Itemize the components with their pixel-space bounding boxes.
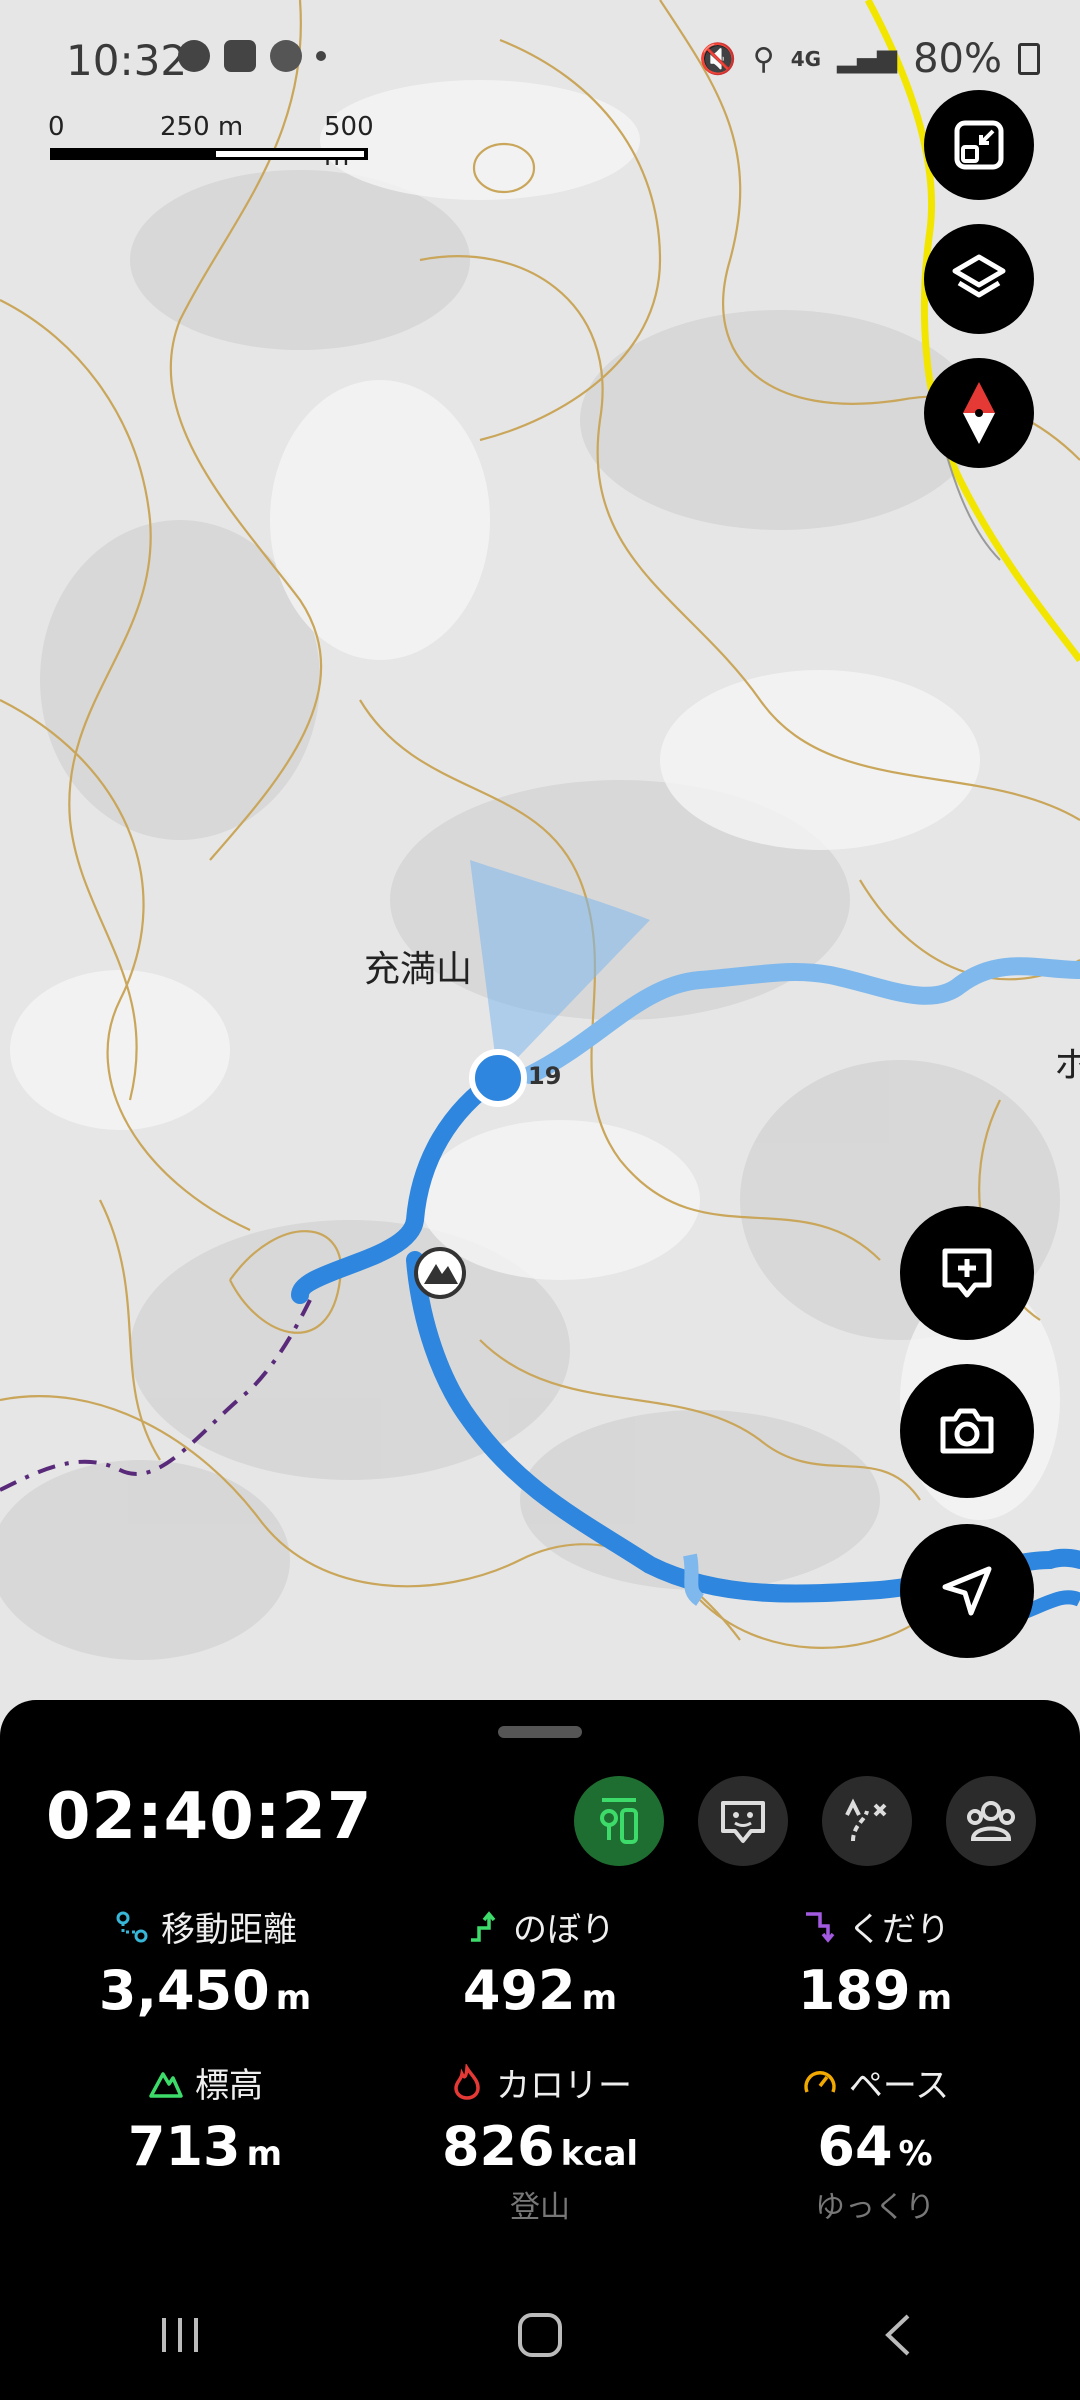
compass-button[interactable] <box>924 358 1034 468</box>
stat-ascent: のぼり 492 m <box>375 1902 705 2022</box>
edge-place-label: ホ <box>1054 1045 1080 1086</box>
stat-elevation: 標高 713 m <box>40 2058 370 2178</box>
add-memo-button[interactable] <box>900 1206 1034 1340</box>
calorie-icon <box>454 2063 480 2100</box>
group-icon <box>967 1801 1015 1841</box>
stat-unit: m <box>275 1978 312 2018</box>
scale-label-250: 250 m <box>160 112 244 142</box>
memo-mode-button[interactable] <box>698 1776 788 1866</box>
signal-icon: ▂▄▆ <box>837 44 898 74</box>
stat-value: 64 <box>817 2115 893 2178</box>
flower-icon <box>270 40 302 72</box>
elapsed-timer: 02:40:27 <box>46 1780 373 1854</box>
navigation-arrow-icon <box>942 1566 992 1616</box>
stat-label: のぼり <box>513 1910 615 1950</box>
stat-value: 3,450 <box>98 1959 270 2022</box>
scale-label-0: 0 <box>48 112 65 142</box>
stat-value: 189 <box>797 1959 911 2022</box>
map-scale: 0 250 m 500 m <box>48 112 378 172</box>
stat-unit: m <box>246 2134 283 2174</box>
scale-bar <box>50 148 368 160</box>
stat-label: 標高 <box>195 2066 263 2106</box>
camera-button[interactable] <box>900 1364 1034 1498</box>
stat-unit: % <box>898 2134 933 2174</box>
peak-label: 充満山 <box>364 949 473 990</box>
stat-value: 826 <box>441 2115 555 2178</box>
elevation-icon <box>149 2071 183 2098</box>
layers-button[interactable] <box>924 224 1034 334</box>
recent-apps-button[interactable] <box>150 2310 210 2360</box>
notification-icons <box>178 40 326 72</box>
hiking-icon <box>600 1798 638 1844</box>
battery-icon <box>1018 43 1040 75</box>
group-mode-button[interactable] <box>946 1776 1036 1866</box>
compass-icon <box>963 382 995 444</box>
ascent-icon <box>471 1910 496 1942</box>
face-memo-icon <box>721 1801 765 1843</box>
stat-sub: 登山 <box>510 2190 570 2225</box>
scale-label-500: 500 m <box>324 112 374 172</box>
stat-unit: kcal <box>560 2134 639 2174</box>
stat-value: 492 <box>462 1959 576 2022</box>
status-time: 10:32 <box>66 36 188 85</box>
descent-icon <box>806 1911 835 1943</box>
stat-descent: くだり 189 m <box>710 1902 1040 2022</box>
mute-icon: 🔇 <box>699 41 737 77</box>
sheet-drag-handle[interactable] <box>498 1726 582 1738</box>
stat-label: カロリー <box>496 2066 632 2106</box>
distance-icon <box>116 1911 148 1942</box>
battery-text: 80% <box>913 36 1002 82</box>
current-location-button[interactable] <box>900 1524 1034 1658</box>
layers-icon <box>952 254 1006 298</box>
stat-calories: カロリー 826 kcal 登山 <box>375 2058 705 2226</box>
stat-unit: m <box>916 1978 953 2018</box>
system-navigation-bar <box>0 2270 1080 2400</box>
gallery-icon <box>224 40 256 72</box>
line-icon <box>178 40 210 72</box>
status-bar: 10:32 🔇 ⚲ 4G ▂▄▆ 80% <box>0 0 1080 120</box>
hiking-mode-button[interactable] <box>574 1776 664 1866</box>
waypoint-label: 19 <box>528 1062 562 1090</box>
route-mode-button[interactable] <box>822 1776 912 1866</box>
stat-sub: ゆっくり <box>815 2190 935 2225</box>
route-icon <box>845 1798 887 1842</box>
stat-label: ペース <box>848 2066 950 2106</box>
fit-map-button[interactable] <box>924 90 1034 200</box>
pace-icon <box>804 2070 836 2093</box>
back-button[interactable] <box>870 2310 930 2360</box>
system-icons: 🔇 ⚲ 4G ▂▄▆ 80% <box>699 36 1040 82</box>
stat-label: 移動距離 <box>161 1910 297 1950</box>
stat-distance: 移動距離 3,450 m <box>40 1902 370 2022</box>
location-icon: ⚲ <box>752 41 775 77</box>
home-button[interactable] <box>510 2310 570 2360</box>
stat-unit: m <box>581 1978 618 2018</box>
fit-map-icon <box>954 120 1004 170</box>
camera-icon <box>940 1408 994 1454</box>
stat-value: 713 <box>127 2115 241 2178</box>
network-type: 4G <box>790 47 822 71</box>
stat-label: くだり <box>848 1910 950 1950</box>
add-memo-icon <box>942 1248 992 1298</box>
dot-icon <box>316 51 326 61</box>
stat-pace: ペース 64% ゆっくり <box>710 2058 1040 2226</box>
